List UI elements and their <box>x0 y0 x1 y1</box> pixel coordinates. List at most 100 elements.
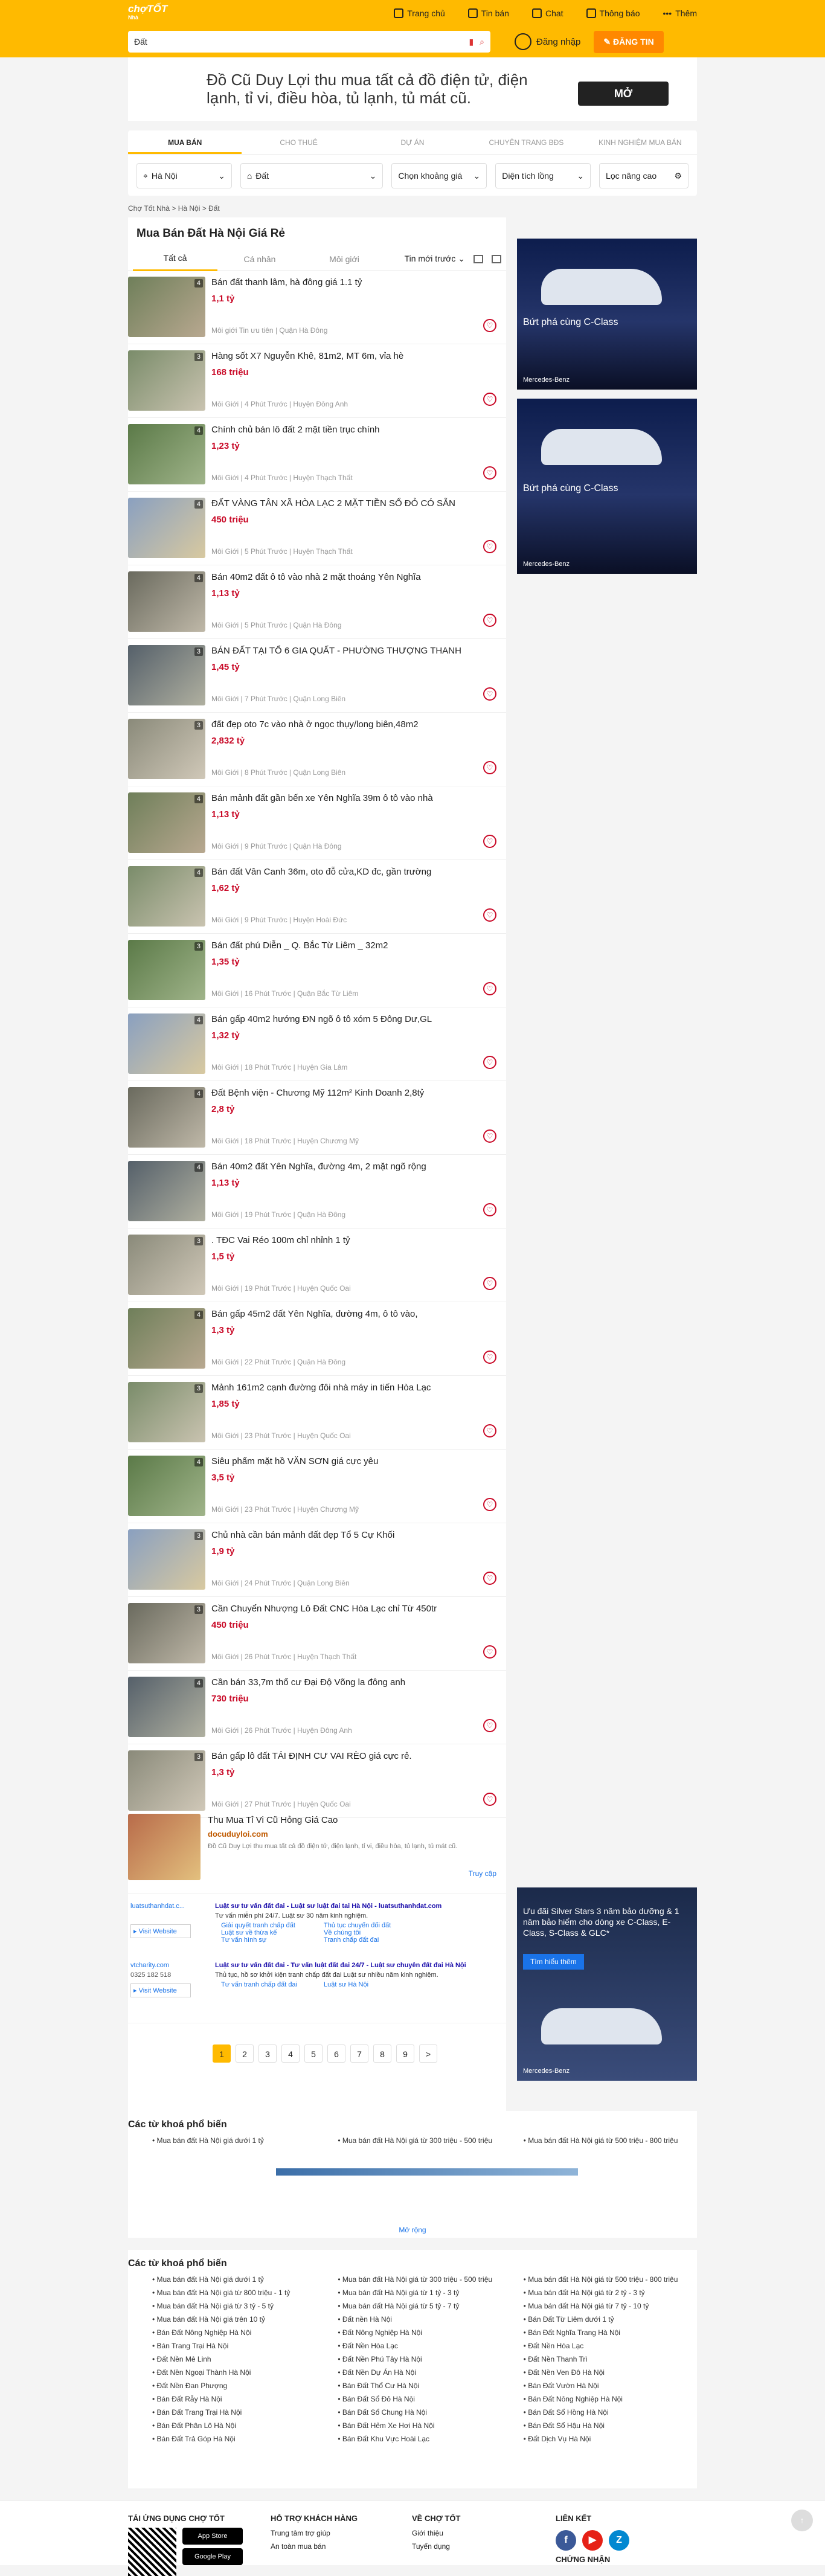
page-button[interactable]: > <box>419 2044 437 2063</box>
listing-image[interactable]: 3 <box>128 1235 205 1295</box>
search-icon[interactable]: ⌕ <box>480 37 484 47</box>
keyword-link[interactable]: Mua bán đất Hà Nội giá từ 800 triệu - 1 … <box>152 2289 326 2297</box>
list-item[interactable]: 3 Mảnh 161m2 cạnh đường đôi nhà máy in t… <box>128 1376 506 1450</box>
listing-title[interactable]: Hàng sốt X7 Nguyễn Khê, 81m2, MT 6m, vỉa… <box>211 350 477 362</box>
footer-link[interactable]: An toàn mua bán <box>271 2540 358 2553</box>
bookmark-icon[interactable]: ▮ <box>469 37 473 47</box>
listing-title[interactable]: . TĐC Vai Réo 100m chỉ nhỉnh 1 tỷ <box>211 1235 477 1247</box>
heart-icon[interactable]: ♡ <box>483 1793 496 1806</box>
list-item[interactable]: 4 Cần bán 33,7m thổ cư Đại Độ Võng la đô… <box>128 1671 506 1744</box>
keyword-link[interactable]: Bán Đất Hẻm Xe Hơi Hà Nội <box>338 2421 511 2430</box>
keyword-link[interactable]: Bán Đất Thổ Cư Hà Nội <box>338 2382 511 2390</box>
ad-sitelink[interactable]: Giải quyết tranh chấp đất <box>221 1922 324 1929</box>
list-item[interactable]: 4 Đất Bệnh viện - Chương Mỹ 112m² Kinh D… <box>128 1081 506 1155</box>
keyword-link[interactable]: Bán Đất Từ Liêm dưới 1 tỷ <box>524 2315 697 2324</box>
heart-icon[interactable]: ♡ <box>483 393 496 406</box>
breadcrumb[interactable]: Chợ Tốt Nhà > Hà Nội > Đất <box>128 204 220 213</box>
list-item[interactable]: 4 Bán mảnh đất gần bến xe Yên Nghĩa 39m … <box>128 786 506 860</box>
tab-experience[interactable]: KINH NGHIỆM MUA BÁN <box>583 130 697 154</box>
tab-rent[interactable]: CHO THUÊ <box>242 130 355 154</box>
listing-title[interactable]: Chính chủ bán lô đất 2 mặt tiền trục chí… <box>211 424 477 436</box>
price-select[interactable]: Chọn khoảng giá ⌄ <box>391 163 487 188</box>
page-button[interactable]: 1 <box>213 2044 231 2063</box>
listing-image[interactable]: 4 <box>128 1087 205 1148</box>
listing-title[interactable]: Bán gấp 40m2 hướng ĐN ngõ ô tô xóm 5 Đôn… <box>211 1013 477 1026</box>
tab-private[interactable]: Cá nhân <box>217 248 302 271</box>
keyword-link[interactable]: Bán Đất Sổ Đỏ Hà Nội <box>338 2395 511 2403</box>
law-ad-item[interactable]: vtcharity.com 0325 182 518 ▸ Visit Websi… <box>130 1962 499 2016</box>
keyword-link[interactable]: Bán Đất Sổ Hậu Hà Nội <box>524 2421 697 2430</box>
sort-select[interactable]: Tin mới trước ⌄ <box>405 254 465 264</box>
keyword-link[interactable]: Đất Nền Thanh Trì <box>524 2355 697 2363</box>
nav-notifications[interactable]: Thông báo <box>586 8 640 18</box>
ad-title[interactable]: Thu Mua Tỉ Vi Cũ Hỏng Giá Cao <box>208 1815 338 1825</box>
listing-image[interactable]: 3 <box>128 1603 205 1663</box>
listing-image[interactable]: 4 <box>128 571 205 632</box>
tab-agent[interactable]: Môi giới <box>302 248 387 271</box>
list-item[interactable]: 3 đất đẹp oto 7c vào nhà ở ngọc thụy/lon… <box>128 713 506 786</box>
ad-title[interactable]: Luật sư tư vấn đất đai - Luật sư luật đa… <box>215 1903 499 1910</box>
heart-icon[interactable]: ♡ <box>483 1572 496 1585</box>
listing-image[interactable]: 4 <box>128 1161 205 1221</box>
listing-title[interactable]: Bán mảnh đất gần bến xe Yên Nghĩa 39m ô … <box>211 792 477 805</box>
heart-icon[interactable]: ♡ <box>483 1129 496 1143</box>
ad-phone[interactable]: 0325 182 518 <box>130 1971 171 1979</box>
keyword-link[interactable]: Bán Đất Phân Lô Hà Nội <box>152 2421 326 2430</box>
keyword-link[interactable]: Bán Đất Sổ Chung Hà Nội <box>338 2408 511 2417</box>
heart-icon[interactable]: ♡ <box>483 540 496 553</box>
listing-title[interactable]: Bán đất thanh lâm, hà đông giá 1.1 tỷ <box>211 277 477 289</box>
tab-buy-sell[interactable]: MUA BÁN <box>128 130 242 154</box>
listing-title[interactable]: Cần bán 33,7m thổ cư Đại Độ Võng la đông… <box>211 1677 477 1689</box>
keyword-link[interactable]: Đất Nền Ven Đô Hà Nội <box>524 2368 697 2377</box>
listing-image[interactable]: 3 <box>128 1750 205 1811</box>
category-select[interactable]: ⌂ Đất ⌄ <box>240 163 384 188</box>
listing-image[interactable]: 4 <box>128 277 205 337</box>
ad-title[interactable]: Luật sư tư vấn đất đai - Tư vấn luật đất… <box>215 1962 499 1969</box>
list-view-icon[interactable] <box>473 254 483 263</box>
area-select[interactable]: Diện tích lồng ⌄ <box>495 163 591 188</box>
footer-link[interactable]: Tuyển dụng <box>412 2540 460 2553</box>
listing-image[interactable]: 3 <box>128 940 205 1000</box>
visit-website-button[interactable]: ▸ Visit Website <box>130 1983 191 1997</box>
keyword-link[interactable]: Mua bán đất Hà Nội giá từ 7 tỷ - 10 tỷ <box>524 2302 697 2310</box>
heart-icon[interactable]: ♡ <box>483 835 496 848</box>
listing-title[interactable]: Bán 40m2 đất Yên Nghĩa, đường 4m, 2 mặt … <box>211 1161 477 1173</box>
keyword-link[interactable]: Mua bán đất Hà Nội giá từ 300 triệu - 50… <box>338 2136 511 2145</box>
listing-image[interactable]: 3 <box>128 1529 205 1590</box>
keyword-link[interactable]: Mua bán đất Hà Nội giá từ 2 tỷ - 3 tỷ <box>524 2289 697 2297</box>
heart-icon[interactable]: ♡ <box>483 1203 496 1216</box>
page-button[interactable]: 3 <box>258 2044 277 2063</box>
keyword-link[interactable]: Mua bán đất Hà Nội giá từ 500 triệu - 80… <box>524 2136 697 2145</box>
post-ad-button[interactable]: ✎ ĐĂNG TIN <box>594 30 664 53</box>
listing-title[interactable]: Cần Chuyển Nhượng Lô Đất CNC Hòa Lạc chỉ… <box>211 1603 477 1615</box>
listing-image[interactable]: 3 <box>128 719 205 779</box>
page-button[interactable]: 7 <box>350 2044 368 2063</box>
listing-image[interactable]: 4 <box>128 1308 205 1369</box>
top-banner-ad[interactable]: Đồ Cũ Duy Lợi thu mua tất cả đồ điện tử,… <box>128 57 697 121</box>
keyword-link[interactable]: Mua bán đất Hà Nội giá từ 1 tỷ - 3 tỷ <box>338 2289 511 2297</box>
heart-icon[interactable]: ♡ <box>483 1351 496 1364</box>
ad-sitelink[interactable]: Thủ tục chuyển đổi đất <box>324 1922 426 1929</box>
list-item[interactable]: 3 Cần Chuyển Nhượng Lô Đất CNC Hòa Lạc c… <box>128 1597 506 1671</box>
listing-image[interactable]: 4 <box>128 1013 205 1074</box>
location-select[interactable]: ⌖ Hà Nội ⌄ <box>136 163 232 188</box>
list-item[interactable]: 3 BÁN ĐẤT TẠI TỔ 6 GIA QUẤT - PHƯỜNG THƯ… <box>128 639 506 713</box>
footer-link[interactable]: Trung tâm trợ giúp <box>271 2526 358 2540</box>
inline-ad[interactable]: Thu Mua Tỉ Vi Cũ Hỏng Giá Cao docuduyloi… <box>128 1809 506 1893</box>
keyword-link[interactable]: Mua bán đất Hà Nội giá từ 3 tỷ - 5 tỷ <box>152 2302 326 2310</box>
keyword-link[interactable]: Bán Trang Trại Hà Nội <box>152 2342 326 2350</box>
heart-icon[interactable]: ♡ <box>483 319 496 332</box>
page-button[interactable]: 8 <box>373 2044 391 2063</box>
list-item[interactable]: 4 Bán đất Vân Canh 36m, oto đỗ cửa,KD đc… <box>128 860 506 934</box>
ad-sitelink[interactable]: Về chúng tôi <box>324 1929 426 1936</box>
listing-title[interactable]: BÁN ĐẤT TẠI TỔ 6 GIA QUẤT - PHƯỜNG THƯỢN… <box>211 645 477 657</box>
listing-image[interactable]: 4 <box>128 1677 205 1737</box>
keyword-link[interactable]: Bán Đất Nông Nghiệp Hà Nội <box>524 2395 697 2403</box>
keyword-link[interactable]: Mua bán đất Hà Nội giá trên 10 tỷ <box>152 2315 326 2324</box>
zalo-icon[interactable]: Z <box>609 2530 629 2551</box>
listing-image[interactable]: 3 <box>128 645 205 705</box>
keyword-link[interactable]: Đất Nền Phú Tây Hà Nội <box>338 2355 511 2363</box>
logo[interactable]: chợTỐT Nhà <box>128 4 167 22</box>
heart-icon[interactable]: ♡ <box>483 614 496 627</box>
keyword-link[interactable]: Bán Đất Rẫy Hà Nội <box>152 2395 326 2403</box>
